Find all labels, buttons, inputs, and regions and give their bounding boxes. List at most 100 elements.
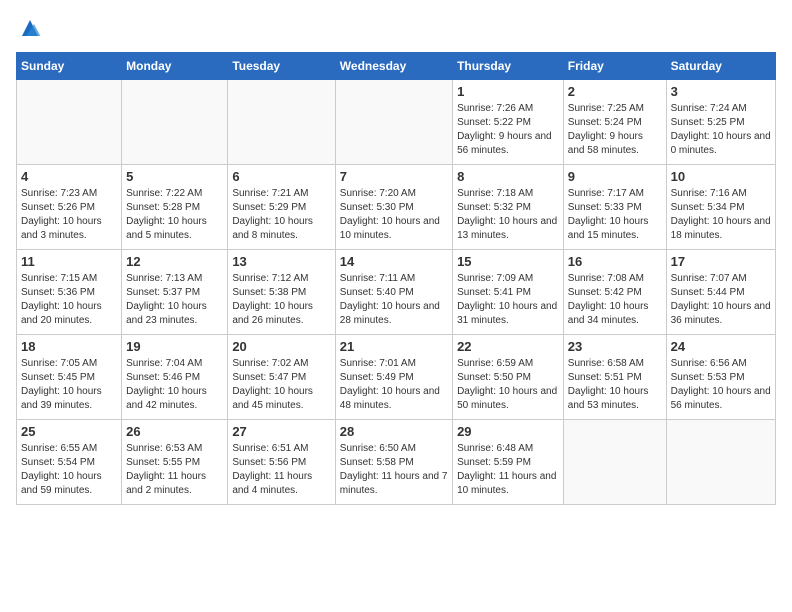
daylight-info: Daylight: 10 hours and 28 minutes. [340, 300, 448, 328]
calendar-day-cell: 5 Sunrise: 7:22 AM Sunset: 5:28 PM Dayli… [122, 165, 228, 250]
header [16, 16, 776, 40]
calendar-day-cell: 24 Sunrise: 6:56 AM Sunset: 5:53 PM Dayl… [666, 335, 775, 420]
sunrise-info: Sunrise: 7:04 AM [126, 357, 223, 371]
day-number: 18 [21, 339, 117, 354]
calendar-day-cell: 19 Sunrise: 7:04 AM Sunset: 5:46 PM Dayl… [122, 335, 228, 420]
calendar-day-cell: 8 Sunrise: 7:18 AM Sunset: 5:32 PM Dayli… [453, 165, 564, 250]
daylight-info: Daylight: 10 hours and 42 minutes. [126, 385, 223, 413]
calendar-day-cell: 7 Sunrise: 7:20 AM Sunset: 5:30 PM Dayli… [335, 165, 452, 250]
day-number: 25 [21, 424, 117, 439]
daylight-info: Daylight: 10 hours and 53 minutes. [568, 385, 662, 413]
day-number: 15 [457, 254, 559, 269]
daylight-info: Daylight: 10 hours and 45 minutes. [232, 385, 330, 413]
sunset-info: Sunset: 5:53 PM [671, 371, 771, 385]
daylight-info: Daylight: 10 hours and 3 minutes. [21, 215, 117, 243]
sunrise-info: Sunrise: 7:08 AM [568, 272, 662, 286]
sunset-info: Sunset: 5:28 PM [126, 201, 223, 215]
day-of-week-header: Monday [122, 53, 228, 80]
sunset-info: Sunset: 5:51 PM [568, 371, 662, 385]
sunrise-info: Sunrise: 6:58 AM [568, 357, 662, 371]
daylight-info: Daylight: 10 hours and 39 minutes. [21, 385, 117, 413]
sunset-info: Sunset: 5:47 PM [232, 371, 330, 385]
sunrise-info: Sunrise: 7:02 AM [232, 357, 330, 371]
sunrise-info: Sunrise: 7:09 AM [457, 272, 559, 286]
sunset-info: Sunset: 5:59 PM [457, 456, 559, 470]
calendar-day-cell: 28 Sunrise: 6:50 AM Sunset: 5:58 PM Dayl… [335, 420, 452, 505]
sunset-info: Sunset: 5:45 PM [21, 371, 117, 385]
calendar-day-cell: 26 Sunrise: 6:53 AM Sunset: 5:55 PM Dayl… [122, 420, 228, 505]
day-number: 6 [232, 169, 330, 184]
daylight-info: Daylight: 10 hours and 5 minutes. [126, 215, 223, 243]
sunrise-info: Sunrise: 6:51 AM [232, 442, 330, 456]
day-number: 16 [568, 254, 662, 269]
day-number: 26 [126, 424, 223, 439]
sunset-info: Sunset: 5:30 PM [340, 201, 448, 215]
calendar-day-cell: 12 Sunrise: 7:13 AM Sunset: 5:37 PM Dayl… [122, 250, 228, 335]
day-number: 17 [671, 254, 771, 269]
day-of-week-header: Tuesday [228, 53, 335, 80]
calendar-day-cell: 23 Sunrise: 6:58 AM Sunset: 5:51 PM Dayl… [563, 335, 666, 420]
day-number: 2 [568, 84, 662, 99]
sunrise-info: Sunrise: 6:59 AM [457, 357, 559, 371]
calendar-day-cell: 1 Sunrise: 7:26 AM Sunset: 5:22 PM Dayli… [453, 80, 564, 165]
daylight-info: Daylight: 9 hours and 56 minutes. [457, 130, 559, 158]
sunset-info: Sunset: 5:24 PM [568, 116, 662, 130]
sunrise-info: Sunrise: 7:24 AM [671, 102, 771, 116]
day-number: 13 [232, 254, 330, 269]
calendar-day-cell: 9 Sunrise: 7:17 AM Sunset: 5:33 PM Dayli… [563, 165, 666, 250]
calendar-day-cell: 18 Sunrise: 7:05 AM Sunset: 5:45 PM Dayl… [17, 335, 122, 420]
day-of-week-header: Sunday [17, 53, 122, 80]
sunset-info: Sunset: 5:33 PM [568, 201, 662, 215]
sunset-info: Sunset: 5:55 PM [126, 456, 223, 470]
calendar-day-cell [666, 420, 775, 505]
sunrise-info: Sunrise: 7:26 AM [457, 102, 559, 116]
calendar-day-cell [17, 80, 122, 165]
sunset-info: Sunset: 5:34 PM [671, 201, 771, 215]
calendar-day-cell [122, 80, 228, 165]
calendar-day-cell: 22 Sunrise: 6:59 AM Sunset: 5:50 PM Dayl… [453, 335, 564, 420]
calendar-day-cell [563, 420, 666, 505]
sunrise-info: Sunrise: 7:13 AM [126, 272, 223, 286]
calendar-day-cell: 6 Sunrise: 7:21 AM Sunset: 5:29 PM Dayli… [228, 165, 335, 250]
daylight-info: Daylight: 10 hours and 56 minutes. [671, 385, 771, 413]
day-of-week-header: Friday [563, 53, 666, 80]
day-number: 14 [340, 254, 448, 269]
daylight-info: Daylight: 10 hours and 18 minutes. [671, 215, 771, 243]
day-number: 11 [21, 254, 117, 269]
sunset-info: Sunset: 5:37 PM [126, 286, 223, 300]
day-number: 24 [671, 339, 771, 354]
day-number: 21 [340, 339, 448, 354]
day-number: 20 [232, 339, 330, 354]
daylight-info: Daylight: 11 hours and 7 minutes. [340, 470, 448, 498]
daylight-info: Daylight: 10 hours and 10 minutes. [340, 215, 448, 243]
day-number: 5 [126, 169, 223, 184]
sunset-info: Sunset: 5:46 PM [126, 371, 223, 385]
daylight-info: Daylight: 10 hours and 8 minutes. [232, 215, 330, 243]
calendar-table: SundayMondayTuesdayWednesdayThursdayFrid… [16, 52, 776, 505]
calendar-week-row: 11 Sunrise: 7:15 AM Sunset: 5:36 PM Dayl… [17, 250, 776, 335]
daylight-info: Daylight: 10 hours and 31 minutes. [457, 300, 559, 328]
sunset-info: Sunset: 5:40 PM [340, 286, 448, 300]
calendar-day-cell: 14 Sunrise: 7:11 AM Sunset: 5:40 PM Dayl… [335, 250, 452, 335]
day-number: 29 [457, 424, 559, 439]
sunrise-info: Sunrise: 6:53 AM [126, 442, 223, 456]
sunrise-info: Sunrise: 7:17 AM [568, 187, 662, 201]
sunset-info: Sunset: 5:44 PM [671, 286, 771, 300]
daylight-info: Daylight: 10 hours and 15 minutes. [568, 215, 662, 243]
daylight-info: Daylight: 10 hours and 23 minutes. [126, 300, 223, 328]
sunrise-info: Sunrise: 7:22 AM [126, 187, 223, 201]
calendar-day-cell: 16 Sunrise: 7:08 AM Sunset: 5:42 PM Dayl… [563, 250, 666, 335]
daylight-info: Daylight: 11 hours and 4 minutes. [232, 470, 330, 498]
sunset-info: Sunset: 5:22 PM [457, 116, 559, 130]
daylight-info: Daylight: 10 hours and 13 minutes. [457, 215, 559, 243]
daylight-info: Daylight: 10 hours and 59 minutes. [21, 470, 117, 498]
calendar-week-row: 4 Sunrise: 7:23 AM Sunset: 5:26 PM Dayli… [17, 165, 776, 250]
calendar-day-cell: 29 Sunrise: 6:48 AM Sunset: 5:59 PM Dayl… [453, 420, 564, 505]
sunset-info: Sunset: 5:56 PM [232, 456, 330, 470]
calendar-day-cell: 11 Sunrise: 7:15 AM Sunset: 5:36 PM Dayl… [17, 250, 122, 335]
day-number: 27 [232, 424, 330, 439]
sunrise-info: Sunrise: 7:16 AM [671, 187, 771, 201]
calendar-day-cell [335, 80, 452, 165]
logo-icon [18, 16, 42, 40]
sunrise-info: Sunrise: 7:11 AM [340, 272, 448, 286]
